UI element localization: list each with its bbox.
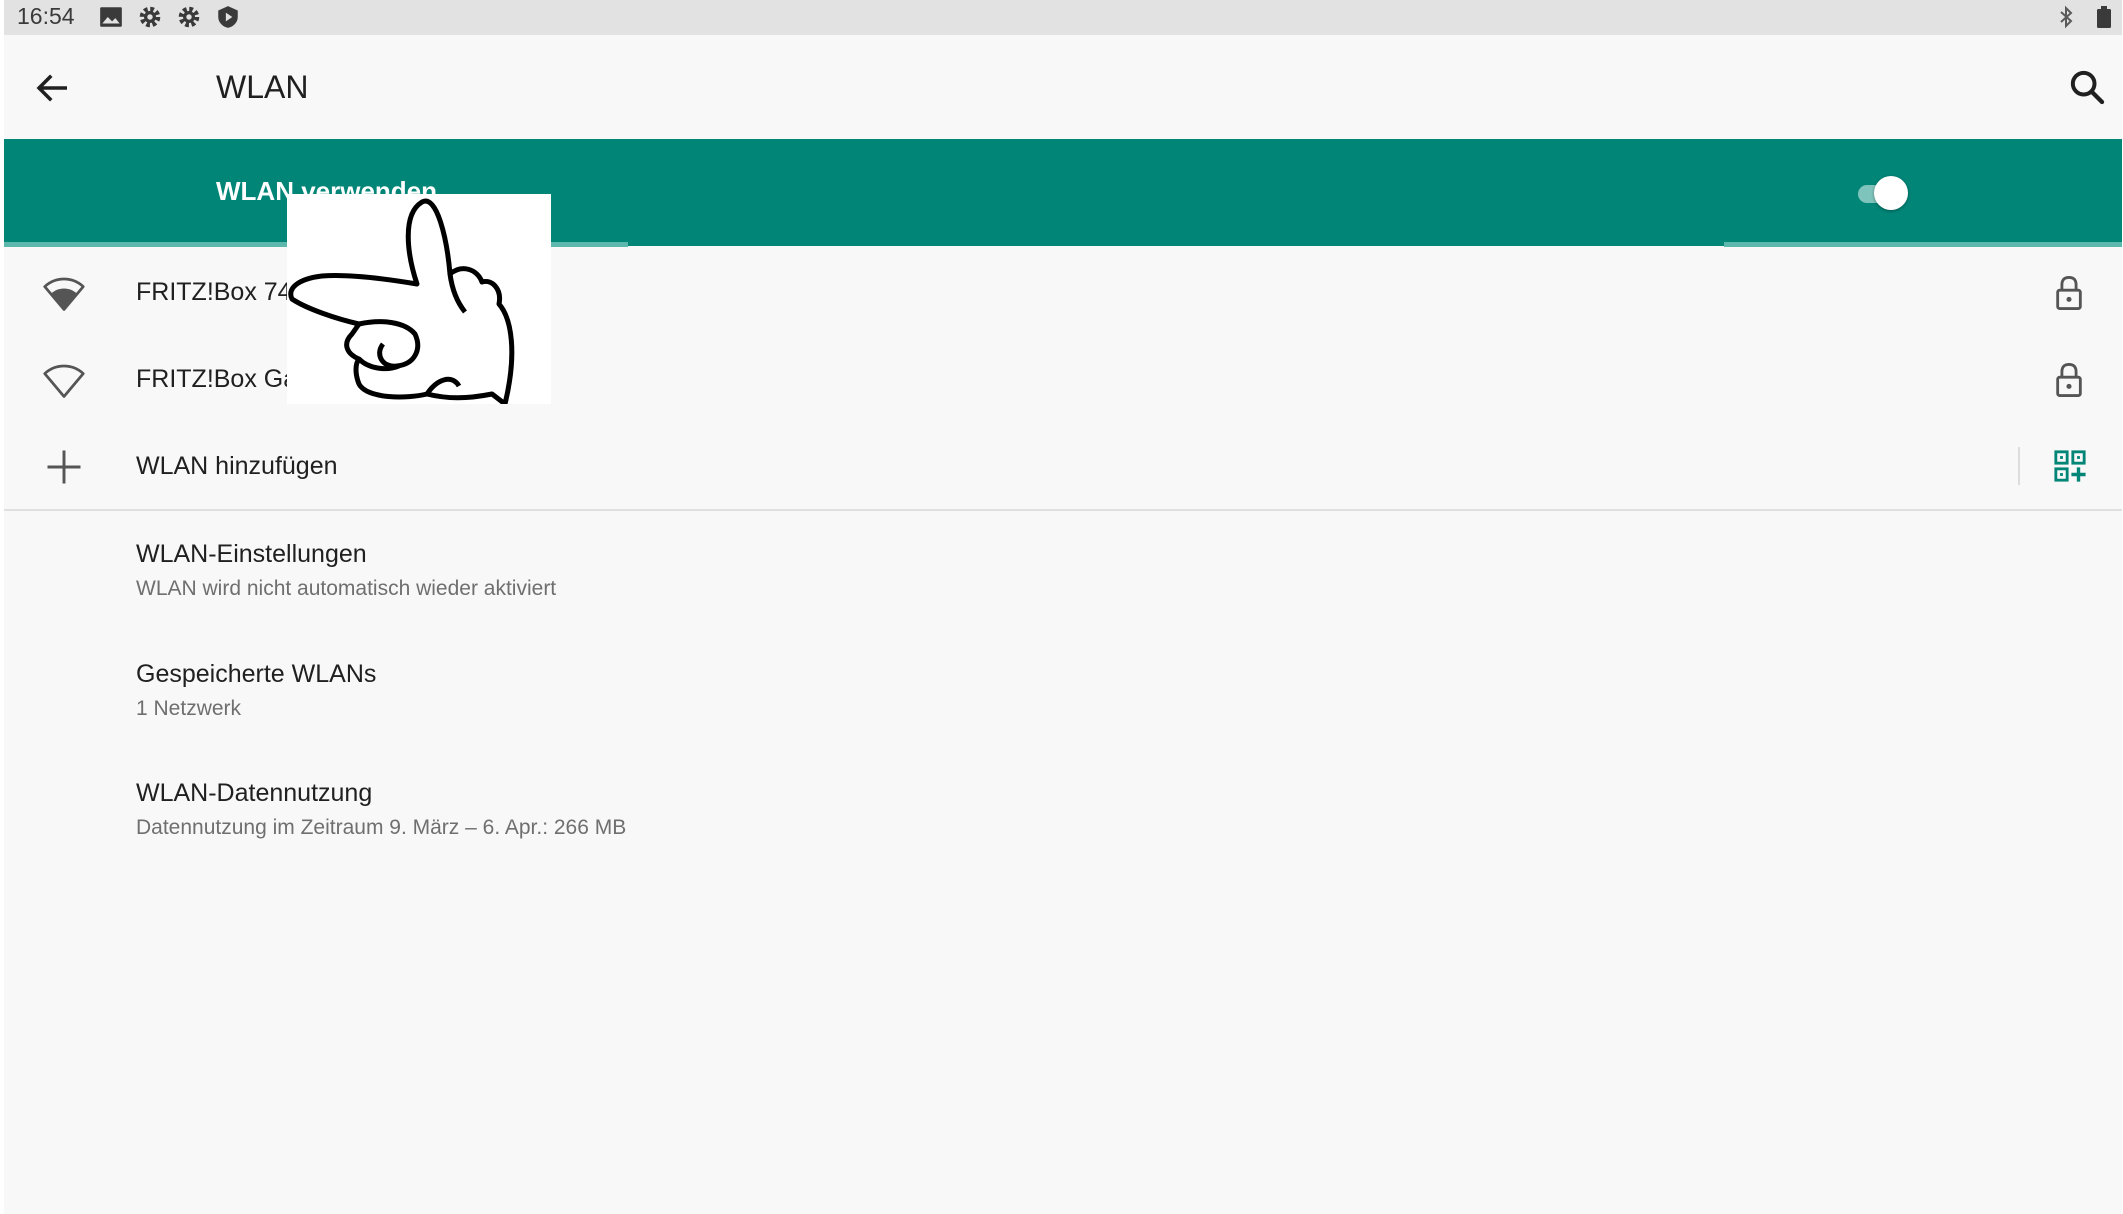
pref-title: WLAN-Einstellungen — [136, 540, 367, 568]
back-arrow-icon[interactable] — [32, 67, 74, 109]
pref-summary: Datennutzung im Zeitraum 9. März – 6. Ap… — [136, 816, 627, 839]
lock-icon — [2056, 362, 2082, 397]
battery-icon — [2097, 6, 2111, 28]
pref-saved-networks[interactable]: Gespeicherte WLANs 1 Netzwerk — [4, 660, 2122, 760]
page-title: WLAN — [216, 69, 309, 105]
screen: 16:54 WLAN WLAN verwenden FRITZ!Box 74 F… — [4, 0, 2122, 1214]
search-icon[interactable] — [2067, 67, 2107, 107]
wlan-toggle[interactable] — [1854, 176, 1908, 212]
pref-title: Gespeicherte WLANs — [136, 660, 377, 688]
status-bar: 16:54 — [4, 0, 2122, 35]
pref-data-usage[interactable]: WLAN-Datennutzung Datennutzung im Zeitra… — [4, 779, 2122, 879]
status-time: 16:54 — [17, 3, 75, 29]
gear-icon — [178, 6, 200, 28]
divider — [4, 509, 2122, 511]
network-name: FRITZ!Box Ga — [136, 365, 298, 393]
gear-icon — [139, 6, 161, 28]
add-network-item[interactable]: WLAN hinzufügen — [4, 436, 2122, 498]
add-network-label: WLAN hinzufügen — [136, 452, 338, 480]
plus-icon — [47, 450, 81, 484]
pref-title: WLAN-Datennutzung — [136, 779, 373, 807]
pointing-hand-cursor-icon — [287, 194, 551, 407]
lock-icon — [2056, 275, 2082, 310]
toggle-thumb — [1874, 176, 1908, 210]
divider-vertical — [2018, 447, 2020, 485]
network-name: FRITZ!Box 74 — [136, 278, 292, 306]
pref-summary: 1 Netzwerk — [136, 697, 242, 720]
app-bar: WLAN — [4, 35, 2122, 139]
qr-code-add-icon[interactable] — [2053, 449, 2087, 483]
pref-wlan-settings[interactable]: WLAN-Einstellungen WLAN wird nicht autom… — [4, 540, 2122, 640]
wifi-weak-signal-icon — [43, 364, 85, 398]
bluetooth-icon — [2060, 5, 2073, 29]
pref-summary: WLAN wird nicht automatisch wieder aktiv… — [136, 577, 557, 600]
shield-icon — [218, 6, 238, 28]
image-icon — [100, 7, 122, 27]
scan-progress-right — [1724, 242, 2122, 247]
wifi-full-signal-icon — [43, 277, 85, 311]
